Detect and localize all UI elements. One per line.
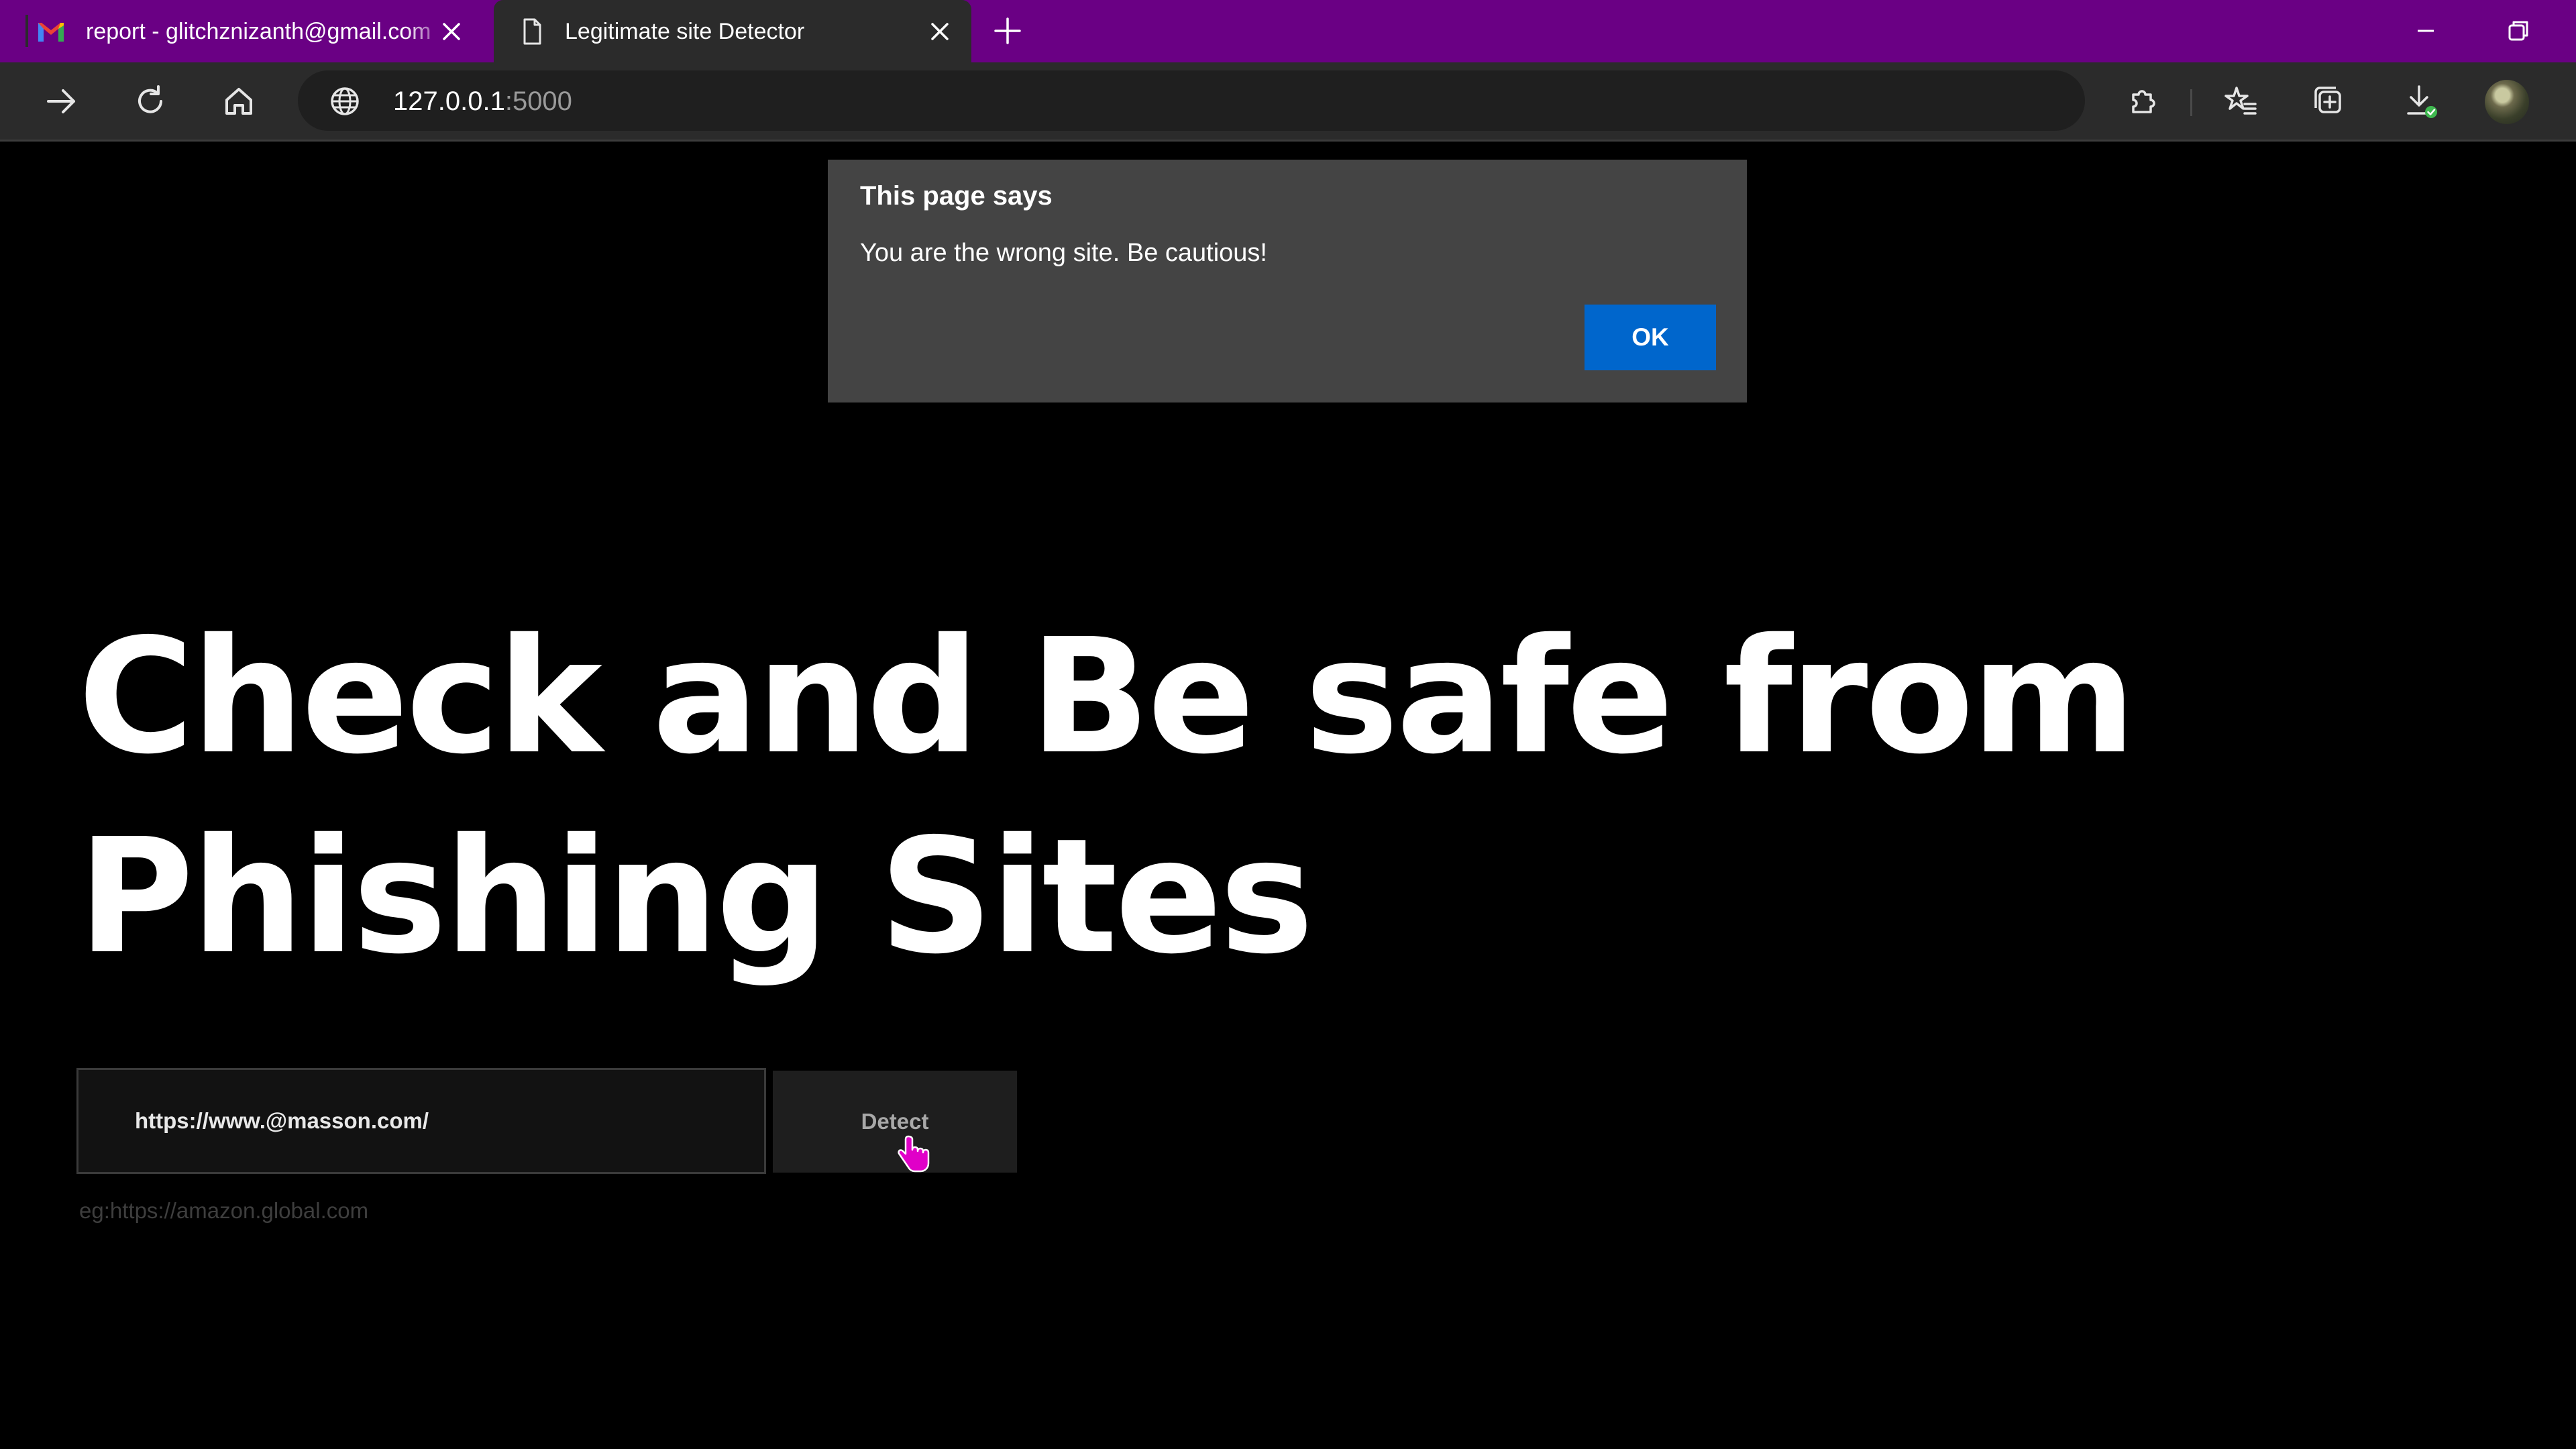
headline-line-2: Phishing Sites — [78, 804, 1314, 989]
url-input[interactable] — [76, 1068, 766, 1174]
headline-line-1: Check and Be safe from — [78, 604, 2136, 789]
dialog-title: This page says — [860, 181, 1053, 211]
close-tab-icon[interactable] — [440, 20, 463, 43]
address-host: 127.0.0.1 — [393, 87, 505, 116]
address-text[interactable]: 127.0.0.1:5000 — [393, 85, 572, 117]
forward-icon[interactable] — [43, 83, 80, 120]
address-port: :5000 — [504, 87, 572, 116]
extensions-icon[interactable] — [2124, 83, 2161, 120]
close-tab-icon[interactable] — [928, 20, 951, 43]
favorites-icon[interactable] — [2222, 83, 2259, 120]
tab-strip: report - glitchznizanth@gmail.com Legiti… — [0, 0, 2576, 62]
restore-icon[interactable] — [2504, 16, 2533, 46]
url-hint: eg:https://amazon.global.com — [79, 1198, 369, 1223]
tab-title: report - glitchznizanth@gmail.com — [86, 19, 431, 44]
ok-button[interactable]: OK — [1585, 305, 1716, 370]
gmail-icon — [38, 23, 64, 42]
reload-icon[interactable] — [131, 83, 169, 120]
minimize-icon[interactable] — [2411, 16, 2440, 46]
page-icon — [523, 18, 541, 45]
downloads-icon[interactable] — [2402, 83, 2439, 120]
address-bar[interactable]: 127.0.0.1:5000 — [298, 70, 2085, 131]
detect-button[interactable]: Detect — [773, 1071, 1017, 1173]
tab-legitimate-site-detector[interactable]: Legitimate site Detector — [494, 0, 971, 62]
page-headline: Check and Be safe from Phishing Sites — [78, 597, 2224, 997]
collections-icon[interactable] — [2310, 83, 2348, 120]
home-icon[interactable] — [220, 83, 258, 120]
browser-toolbar: 127.0.0.1:5000 — [0, 62, 2576, 142]
tab-divider — [25, 15, 28, 47]
tab-gmail[interactable]: report - glitchznizanth@gmail.com — [13, 0, 483, 62]
dialog-message: You are the wrong site. Be cautious! — [860, 239, 1267, 267]
tab-title: Legitimate site Detector — [565, 19, 805, 44]
new-tab-icon[interactable] — [993, 16, 1022, 46]
toolbar-separator — [2190, 89, 2192, 116]
globe-icon[interactable] — [329, 85, 361, 117]
alert-dialog: This page says You are the wrong site. B… — [828, 160, 1747, 402]
profile-avatar[interactable] — [2485, 80, 2529, 124]
hand-cursor-icon — [898, 1135, 930, 1173]
